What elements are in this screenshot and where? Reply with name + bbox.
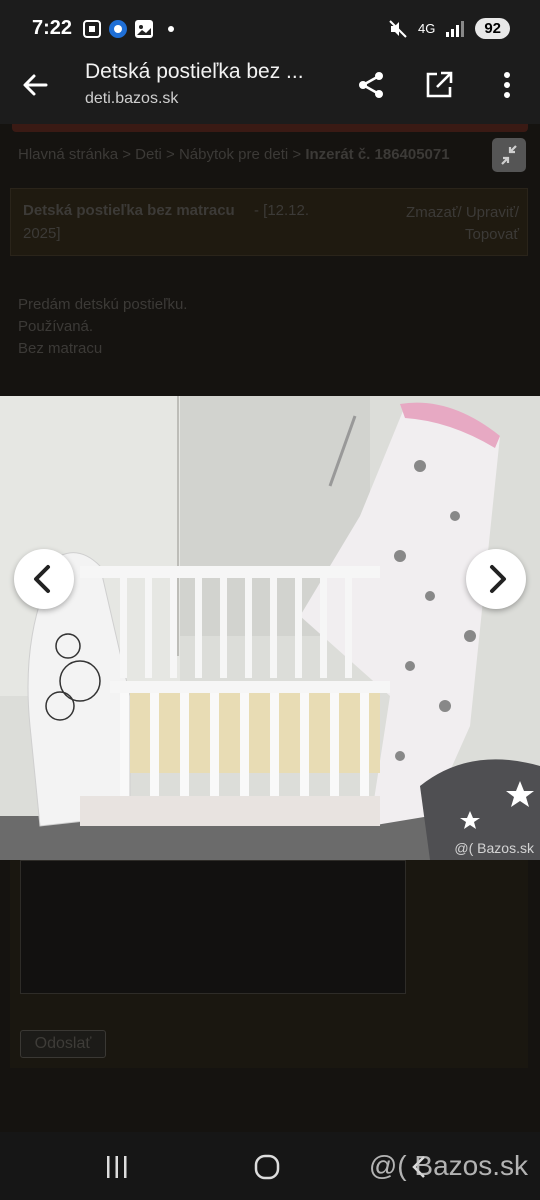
header-strip: [12, 124, 528, 132]
next-photo-button[interactable]: [466, 549, 526, 609]
network-type: 4G: [417, 21, 436, 36]
gallery-notification-icon: [135, 20, 153, 38]
contact-form: Odoslať: [10, 860, 528, 1068]
collapse-icon: [501, 145, 517, 165]
system-navigation-bar: @( Bazos.sk: [0, 1132, 540, 1200]
send-button[interactable]: Odoslať: [20, 1030, 106, 1058]
open-in-browser-icon[interactable]: [422, 68, 456, 102]
back-arrow-icon[interactable]: [18, 68, 52, 102]
status-time: 7:22: [32, 17, 73, 39]
fullscreen-button[interactable]: [492, 138, 526, 172]
status-bar: 7:22 4G 92: [0, 0, 540, 60]
listing-header: Detská postieľka bez matracu - [12.12. 2…: [10, 188, 528, 256]
listing-date-start: - [12.12.: [254, 202, 310, 219]
more-notifications-dot: [168, 26, 174, 32]
page-url: deti.bazos.sk: [85, 90, 179, 107]
listing-title: Detská postieľka bez matracu: [23, 202, 235, 219]
screenshot-icon: [83, 20, 101, 38]
chevron-left-icon: [34, 565, 50, 593]
photo-watermark: @( Bazos.sk: [454, 840, 534, 856]
listing-photo[interactable]: @( Bazos.sk: [0, 396, 540, 860]
listing-description: Predám detskú postieľku. Používaná. Bez …: [18, 296, 188, 357]
signal-icon: [446, 20, 465, 37]
browser-app-bar: Detská postieľka bez ... deti.bazos.sk: [0, 60, 540, 124]
breadcrumb-deti[interactable]: Deti: [135, 146, 162, 163]
bottom-watermark: @( Bazos.sk: [368, 1150, 528, 1181]
chevron-right-icon: [490, 565, 506, 593]
mute-icon: [389, 19, 407, 38]
crib-photo-image: [0, 396, 540, 860]
message-textarea[interactable]: [20, 860, 406, 994]
app-notification-icon: [109, 20, 127, 38]
recent-apps-icon[interactable]: [102, 1152, 132, 1182]
breadcrumb-home[interactable]: Hlavná stránka: [18, 146, 118, 163]
listing-date-end: 2025]: [23, 225, 61, 242]
previous-photo-button[interactable]: [14, 549, 74, 609]
more-options-icon[interactable]: [490, 68, 524, 102]
battery-indicator: 92: [475, 18, 510, 39]
breadcrumb-nabytok[interactable]: Nábytok pre deti: [179, 146, 288, 163]
share-icon[interactable]: [354, 68, 388, 102]
listing-actions[interactable]: Zmazať/ Upraviť/ Topovať: [406, 202, 519, 246]
breadcrumb: Hlavná stránka > Deti > Nábytok pre deti…: [18, 146, 450, 163]
page-title: Detská postieľka bez ...: [85, 60, 304, 83]
breadcrumb-current: Inzerát č. 186405071: [305, 146, 450, 163]
home-icon[interactable]: [252, 1152, 282, 1182]
